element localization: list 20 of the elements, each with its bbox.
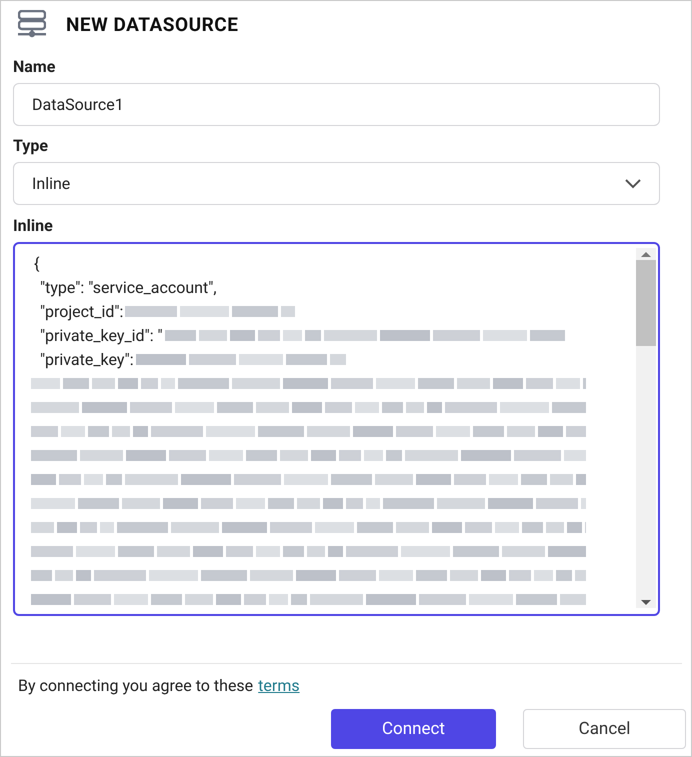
code-line: "private_key_id": " xyxy=(40,326,163,344)
connect-button[interactable]: Connect xyxy=(331,709,496,749)
cancel-button[interactable]: Cancel xyxy=(523,709,686,749)
type-select[interactable]: Inline xyxy=(13,162,660,205)
code-line: { xyxy=(34,254,40,272)
field-label: Type xyxy=(13,136,48,155)
code-editor[interactable]: { "type": "service_account", "project_id": "private_key_id": " "private_key": xyxy=(13,242,660,616)
server-icon xyxy=(18,10,46,38)
scrollbar-thumb[interactable] xyxy=(636,260,656,346)
code-line: "project_id": xyxy=(40,302,124,320)
field-label: Name xyxy=(13,57,56,76)
code-line: "private_key": xyxy=(40,350,134,368)
code-line: "type": "service_account", xyxy=(40,278,217,296)
field-label: Inline xyxy=(13,216,53,235)
terms-link[interactable]: terms xyxy=(258,676,300,695)
chevron-down-icon xyxy=(625,178,641,188)
dialog-title: NEW DATASOURCE xyxy=(66,12,238,36)
name-input[interactable]: DataSource1 xyxy=(13,83,660,126)
terms-notice: By connecting you agree to these xyxy=(18,676,254,695)
scrollbar[interactable] xyxy=(636,248,656,608)
